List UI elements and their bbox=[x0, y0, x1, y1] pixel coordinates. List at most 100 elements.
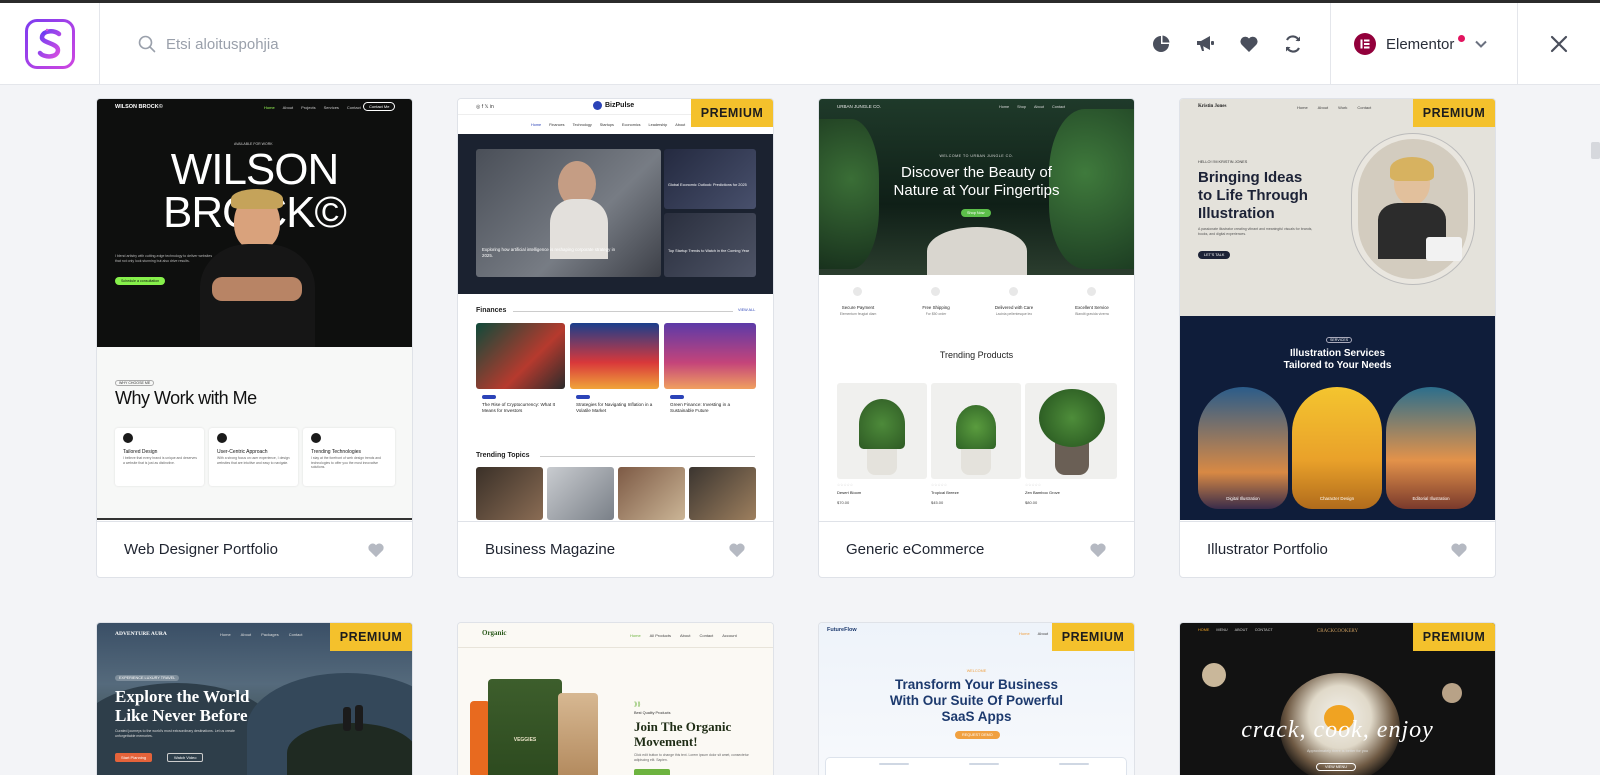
preview-article-title: Green Finance: Investing in a Sustainabl… bbox=[670, 402, 731, 413]
preview-feature-title: User-Centric Approach bbox=[217, 449, 268, 455]
preview-product-name: Desert Bloom bbox=[837, 490, 862, 495]
premium-badge: PREMIUM bbox=[330, 623, 412, 651]
close-button[interactable] bbox=[1518, 3, 1600, 85]
template-card[interactable]: PREMIUM ◎ f 𝕏 in BizPulse Home Finances … bbox=[457, 98, 774, 578]
heart-icon[interactable] bbox=[1236, 31, 1262, 57]
template-card[interactable]: PREMIUM FutureFlow Home About WELCOME Tr… bbox=[818, 622, 1135, 775]
preview-brand: BizPulse bbox=[605, 102, 635, 109]
scrollbar-thumb[interactable] bbox=[1591, 142, 1600, 159]
preview-product-price: $45.00 bbox=[931, 500, 944, 505]
preview-subtitle: Approximately there is better for you bbox=[1307, 749, 1368, 753]
preview-nav-item: About bbox=[282, 105, 294, 110]
favorite-heart-icon[interactable] bbox=[727, 540, 747, 560]
preview-pack-label: VEGGIES bbox=[513, 737, 537, 743]
template-card[interactable]: PREMIUM CRACKCOOKERY HOME MENU ABOUT CON… bbox=[1179, 622, 1496, 775]
search-icon bbox=[138, 35, 156, 53]
preview-feature-title: Secure Payment bbox=[841, 305, 875, 310]
builder-label: Elementor bbox=[1386, 35, 1455, 53]
preview-hero-title: Transform Your Business bbox=[894, 677, 1059, 692]
preview-article-title: The Rise of Cryptocurrency: What It Mean… bbox=[482, 402, 556, 413]
preview-nav-item: About bbox=[675, 123, 686, 127]
preview-hero-title: Explore the World bbox=[115, 687, 250, 706]
preview-feature-title: Trending Technologies bbox=[311, 449, 362, 455]
preview-intro: A passionate illustrator creating vibran… bbox=[1198, 227, 1313, 236]
preview-button: Shop Now bbox=[961, 209, 991, 217]
pie-chart-icon[interactable] bbox=[1148, 31, 1174, 57]
preview-cta: Contact Me bbox=[363, 102, 396, 111]
preview-feature-text: For $50 order bbox=[925, 312, 947, 316]
preview-side-article: Top Startup Trends to Watch in the Comin… bbox=[668, 249, 750, 253]
preview-eyebrow: WELCOME TO URBAN JUNGLE CO. bbox=[939, 154, 1014, 158]
template-title: Illustrator Portfolio bbox=[1207, 541, 1328, 558]
premium-badge: PREMIUM bbox=[1052, 623, 1134, 651]
elementor-icon bbox=[1354, 33, 1376, 55]
template-card[interactable]: PREMIUM ADVENTURE AURA Home About Packag… bbox=[96, 622, 413, 775]
preview-product-price: $70.00 bbox=[837, 500, 850, 505]
preview-hero-title: Like Never Before bbox=[115, 706, 248, 725]
sync-icon[interactable] bbox=[1280, 31, 1306, 57]
page-builder-selector[interactable]: Elementor bbox=[1330, 3, 1518, 85]
preview-intro: Curated journeys to the world's most ext… bbox=[115, 729, 235, 738]
preview-feature-text: Lacinia pellentesque leo bbox=[995, 312, 1033, 316]
preview-section-title: Why Work with Me bbox=[115, 388, 257, 408]
preview-eyebrow: HELLO! I'M KRISTIN JONES bbox=[1198, 160, 1248, 164]
preview-button: Schedule a consultation bbox=[115, 277, 166, 285]
preview-service: Digital Illustration bbox=[1226, 496, 1260, 501]
preview-feature-title: Excellent Service bbox=[1075, 305, 1109, 310]
search-input[interactable] bbox=[166, 35, 666, 53]
premium-badge: PREMIUM bbox=[1413, 99, 1495, 127]
preview-hero-text: Exploring how artificial intelligence is… bbox=[482, 247, 616, 258]
favorite-heart-icon[interactable] bbox=[1449, 540, 1469, 560]
preview-nav-item: Work bbox=[1338, 105, 1348, 110]
preview-nav-item: Leadership bbox=[648, 123, 668, 127]
toolbar-icons bbox=[1148, 31, 1306, 57]
favorite-heart-icon[interactable] bbox=[1088, 540, 1108, 560]
preview-view-all: VIEW ALL bbox=[738, 308, 756, 312]
preview-nav-item: About bbox=[240, 632, 252, 637]
template-card[interactable]: URBAN JUNGLE CO. Home Shop About Contact… bbox=[818, 98, 1135, 578]
preview-nav-item: Services bbox=[323, 105, 339, 110]
preview-nav-item: Home bbox=[1297, 105, 1308, 110]
template-card[interactable]: PREMIUM Kristin Jones Home About Work Co… bbox=[1179, 98, 1496, 578]
preview-button: REQUEST DEMO bbox=[955, 731, 1000, 739]
preview-nav-item: Economics bbox=[621, 123, 641, 127]
preview-section-badge: SERVICES bbox=[1326, 337, 1353, 343]
preview-nav-item: About bbox=[1034, 105, 1044, 109]
preview-badge: EXPERIENCE LUXURY TRAVEL bbox=[115, 675, 180, 681]
template-card[interactable]: WILSON BROCK© Home About Projects Servic… bbox=[96, 98, 413, 578]
template-preview: ◎ f 𝕏 in BizPulse Home Finances Technolo… bbox=[458, 99, 773, 520]
preview-product-name: Tropical Breeze bbox=[931, 490, 959, 495]
template-preview: URBAN JUNGLE CO. Home Shop About Contact… bbox=[819, 99, 1134, 520]
template-title: Web Designer Portfolio bbox=[124, 541, 278, 558]
preview-nav-item: HOME bbox=[1198, 628, 1210, 632]
preview-section-title: Trending Topics bbox=[476, 452, 530, 459]
preview-feature-text: Blandit gravida viverra bbox=[1075, 312, 1109, 316]
preview-intro: Click edit button to change this text. L… bbox=[634, 753, 749, 762]
preview-nav-item: Home bbox=[264, 105, 275, 110]
preview-feature-title: Free Shipping bbox=[922, 305, 950, 310]
preview-nav-item: Account bbox=[722, 633, 737, 638]
preview-brand: Kristin Jones bbox=[1198, 104, 1227, 109]
preview-nav-item: Packages bbox=[261, 632, 279, 637]
preview-product-name: Zen Bamboo Grove bbox=[1025, 490, 1060, 495]
preview-brand: Organic bbox=[482, 629, 507, 637]
preview-nav-item: Startups bbox=[599, 123, 614, 127]
preview-service: Character Design bbox=[1319, 496, 1355, 501]
preview-section-title: Trending Products bbox=[939, 350, 1014, 360]
app-logo[interactable] bbox=[24, 19, 75, 69]
header-bar: Elementor bbox=[0, 3, 1600, 85]
preview-nav-item: Contact bbox=[1357, 105, 1372, 110]
preview-side-article: Global Economic Outlook: Predictions for… bbox=[668, 183, 747, 187]
preview-nav-item: Contact bbox=[699, 633, 714, 638]
megaphone-icon[interactable] bbox=[1192, 31, 1218, 57]
preview-hero-title: With Our Suite Of Powerful bbox=[889, 693, 1064, 708]
template-card[interactable]: Organic Home All Products About Contact … bbox=[457, 622, 774, 775]
preview-hero-title: WILSON bbox=[170, 145, 340, 194]
logo-s-icon bbox=[37, 28, 61, 59]
preview-nav-item: ABOUT bbox=[1234, 628, 1248, 632]
favorite-heart-icon[interactable] bbox=[366, 540, 386, 560]
template-card-footer: Web Designer Portfolio bbox=[97, 521, 412, 577]
preview-nav-item: Projects bbox=[301, 105, 316, 110]
preview-feature-text: With a strong focus on user experience, … bbox=[217, 456, 290, 465]
preview-article-title: Strategies for Navigating Inflation in a… bbox=[576, 402, 653, 413]
